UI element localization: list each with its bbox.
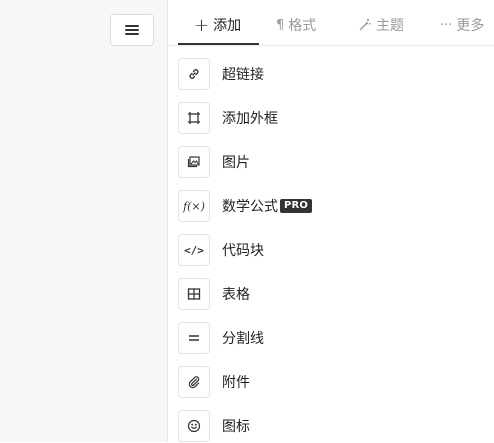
smiley-icon bbox=[178, 410, 210, 442]
table-icon bbox=[178, 278, 210, 310]
insert-frame-label: 添加外框 bbox=[222, 111, 278, 127]
insert-divider[interactable]: 分割线 bbox=[178, 321, 478, 355]
paperclip-icon bbox=[178, 366, 210, 398]
formula-label-text: 数学公式 bbox=[222, 199, 278, 215]
insert-image-label: 图片 bbox=[222, 155, 250, 171]
pilcrow-icon: ¶ bbox=[276, 17, 285, 33]
tab-more-label: 更多 bbox=[456, 18, 485, 34]
insert-attachment[interactable]: 附件 bbox=[178, 365, 478, 399]
tab-theme[interactable]: 主题 bbox=[358, 13, 404, 37]
image-icon bbox=[178, 146, 210, 178]
insert-formula[interactable]: f(×) 数学公式 PRO bbox=[178, 189, 478, 223]
magic-wand-icon bbox=[358, 18, 372, 32]
insert-panel: + 添加 ¶ 格式 主题 ··· 更多 超链接 添加外框 图片 f(×) 数学公… bbox=[167, 0, 494, 442]
tab-bar: + 添加 ¶ 格式 主题 ··· 更多 bbox=[168, 0, 494, 46]
insert-formula-label: 数学公式 PRO bbox=[222, 196, 313, 216]
insert-hyperlink[interactable]: 超链接 bbox=[178, 57, 478, 91]
insert-image[interactable]: 图片 bbox=[178, 145, 478, 179]
insert-table-label: 表格 bbox=[222, 287, 250, 303]
pro-badge: PRO bbox=[280, 199, 313, 213]
divider-icon bbox=[178, 322, 210, 354]
tab-format-label: 格式 bbox=[288, 18, 317, 34]
frame-icon bbox=[178, 102, 210, 134]
tab-add-label: 添加 bbox=[213, 18, 242, 34]
link-icon bbox=[178, 58, 210, 90]
tab-format[interactable]: ¶ 格式 bbox=[276, 13, 316, 37]
insert-attachment-label: 附件 bbox=[222, 375, 250, 391]
insert-table[interactable]: 表格 bbox=[178, 277, 478, 311]
insert-hyperlink-label: 超链接 bbox=[222, 67, 264, 83]
formula-icon: f(×) bbox=[178, 190, 210, 222]
insert-icon[interactable]: 图标 bbox=[178, 409, 478, 443]
active-tab-indicator bbox=[178, 43, 259, 45]
tab-add[interactable]: + 添加 bbox=[194, 13, 241, 37]
formula-glyph: f(×) bbox=[183, 199, 205, 213]
insert-divider-label: 分割线 bbox=[222, 331, 264, 347]
insert-code-block-label: 代码块 bbox=[222, 243, 264, 259]
tab-more[interactable]: ··· 更多 bbox=[440, 13, 484, 37]
hamburger-icon bbox=[125, 25, 139, 35]
insert-code-block[interactable]: </> 代码块 bbox=[178, 233, 478, 267]
outline-sidebar bbox=[0, 0, 167, 442]
tab-theme-label: 主题 bbox=[376, 18, 404, 34]
ellipsis-icon: ··· bbox=[440, 17, 453, 33]
insert-icon-label: 图标 bbox=[222, 419, 250, 435]
plus-icon: + bbox=[194, 14, 210, 36]
insert-frame[interactable]: 添加外框 bbox=[178, 101, 478, 135]
code-icon: </> bbox=[178, 234, 210, 266]
code-glyph: </> bbox=[184, 243, 204, 257]
menu-button[interactable] bbox=[110, 14, 154, 46]
